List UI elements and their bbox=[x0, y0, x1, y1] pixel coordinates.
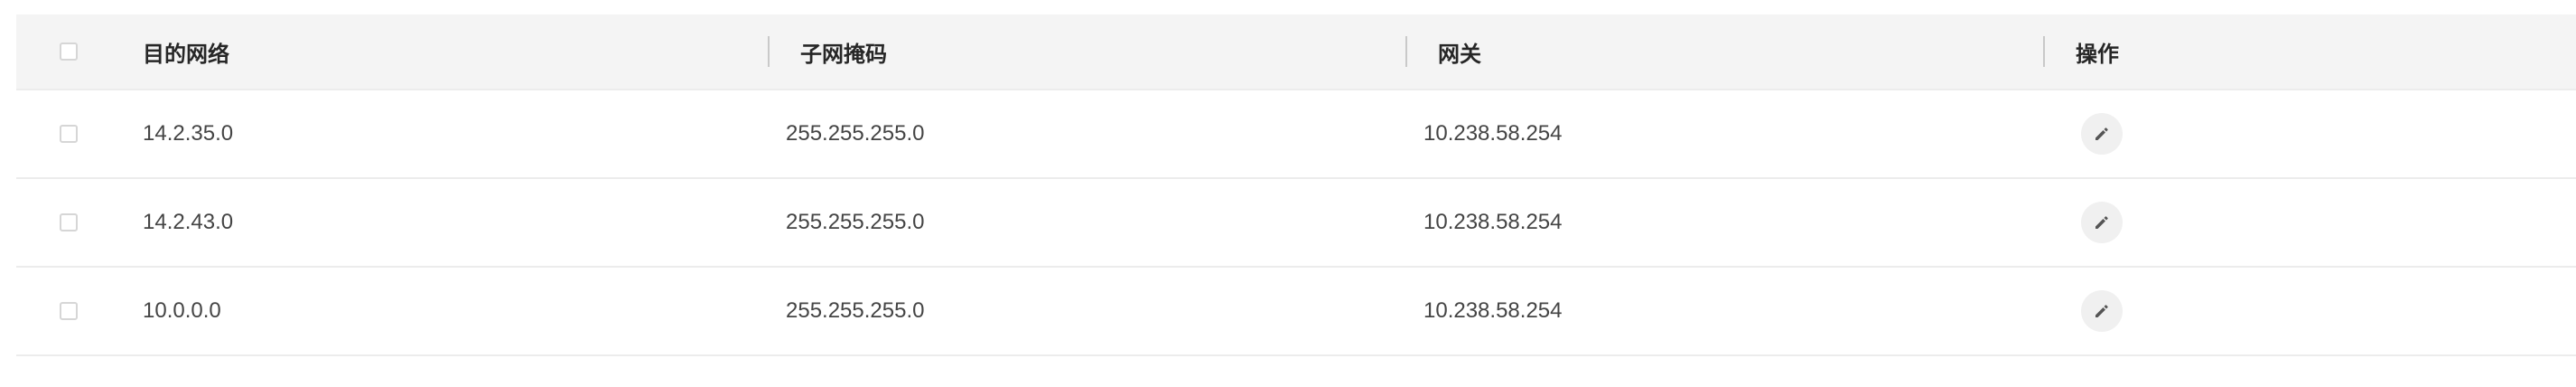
header-actions: 操作 bbox=[2076, 42, 2119, 67]
pencil-icon bbox=[2095, 216, 2108, 229]
actions-cell bbox=[2061, 90, 2422, 177]
header-gateway-cell: 网关 bbox=[1423, 14, 2056, 89]
subnet-mask-value: 255.255.255.0 bbox=[786, 210, 925, 234]
edit-button[interactable] bbox=[2081, 113, 2123, 155]
header-subnet-mask-cell: 子网掩码 bbox=[786, 14, 1418, 89]
table-row: 14.2.43.0 255.255.255.0 10.238.58.254 bbox=[16, 179, 2576, 268]
subnet-mask-cell: 255.255.255.0 bbox=[786, 90, 1418, 177]
pencil-icon bbox=[2095, 305, 2108, 317]
header-gateway: 网关 bbox=[1438, 42, 1481, 67]
header-subnet-mask: 子网掩码 bbox=[800, 42, 887, 67]
destination-value: 14.2.43.0 bbox=[143, 210, 234, 234]
header-checkbox-cell bbox=[60, 14, 114, 89]
subnet-mask-value: 255.255.255.0 bbox=[786, 298, 925, 323]
column-divider[interactable] bbox=[768, 36, 770, 67]
route-table: 目的网络 子网掩码 网关 操作 14.2.35.0 255.255.255.0 … bbox=[16, 14, 2576, 356]
subnet-mask-value: 255.255.255.0 bbox=[786, 121, 925, 146]
actions-cell bbox=[2061, 179, 2422, 266]
actions-cell bbox=[2061, 268, 2422, 354]
subnet-mask-cell: 255.255.255.0 bbox=[786, 268, 1418, 354]
subnet-mask-cell: 255.255.255.0 bbox=[786, 179, 1418, 266]
row-checkbox-cell bbox=[60, 268, 114, 354]
gateway-value: 10.238.58.254 bbox=[1423, 121, 1563, 146]
column-divider[interactable] bbox=[2043, 36, 2045, 67]
destination-cell: 14.2.35.0 bbox=[143, 90, 775, 177]
row-checkbox-cell bbox=[60, 179, 114, 266]
select-all-checkbox[interactable] bbox=[60, 42, 78, 61]
pencil-icon bbox=[2095, 127, 2108, 140]
table-row: 10.0.0.0 255.255.255.0 10.238.58.254 bbox=[16, 268, 2576, 356]
row-checkbox[interactable] bbox=[60, 125, 78, 143]
column-divider[interactable] bbox=[1405, 36, 1407, 67]
gateway-cell: 10.238.58.254 bbox=[1423, 179, 2056, 266]
destination-value: 10.0.0.0 bbox=[143, 298, 221, 323]
row-checkbox[interactable] bbox=[60, 302, 78, 320]
edit-button[interactable] bbox=[2081, 290, 2123, 332]
gateway-cell: 10.238.58.254 bbox=[1423, 90, 2056, 177]
destination-cell: 14.2.43.0 bbox=[143, 179, 775, 266]
gateway-value: 10.238.58.254 bbox=[1423, 210, 1563, 234]
gateway-value: 10.238.58.254 bbox=[1423, 298, 1563, 323]
gateway-cell: 10.238.58.254 bbox=[1423, 268, 2056, 354]
row-checkbox-cell bbox=[60, 90, 114, 177]
destination-cell: 10.0.0.0 bbox=[143, 268, 775, 354]
header-destination-cell: 目的网络 bbox=[143, 14, 775, 89]
row-checkbox[interactable] bbox=[60, 213, 78, 231]
table-header: 目的网络 子网掩码 网关 操作 bbox=[16, 14, 2576, 90]
edit-button[interactable] bbox=[2081, 202, 2123, 243]
header-destination: 目的网络 bbox=[143, 42, 229, 67]
destination-value: 14.2.35.0 bbox=[143, 121, 234, 146]
table-row: 14.2.35.0 255.255.255.0 10.238.58.254 bbox=[16, 90, 2576, 179]
header-actions-cell: 操作 bbox=[2061, 14, 2422, 89]
